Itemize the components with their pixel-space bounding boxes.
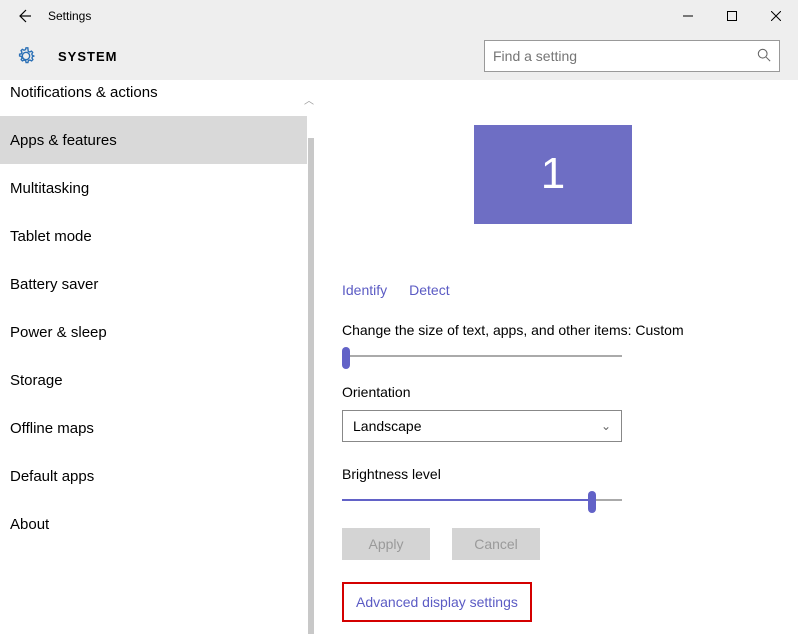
close-button[interactable]: [754, 0, 798, 32]
sidebar-item-label: Battery saver: [10, 276, 98, 293]
chevron-up-icon[interactable]: ︿: [304, 92, 314, 107]
close-icon: [771, 11, 781, 21]
scale-label: Change the size of text, apps, and other…: [342, 322, 798, 338]
button-label: Cancel: [474, 536, 518, 552]
button-label: Apply: [368, 536, 403, 552]
sidebar-item-label: Default apps: [10, 468, 94, 485]
slider-track-line: [342, 499, 622, 501]
sidebar-item-storage[interactable]: Storage: [0, 356, 307, 404]
monitor-thumbnail[interactable]: 1: [474, 125, 632, 224]
cancel-button[interactable]: Cancel: [452, 528, 540, 560]
titlebar: Settings: [0, 0, 798, 32]
sidebar-item-label: Notifications & actions: [10, 84, 158, 101]
display-preview: 1: [342, 80, 764, 268]
scale-slider[interactable]: [342, 352, 622, 360]
sidebar-item-default-apps[interactable]: Default apps: [0, 452, 307, 500]
sidebar-item-notifications[interactable]: Notifications & actions: [0, 80, 307, 116]
minimize-button[interactable]: [666, 0, 710, 32]
orientation-select[interactable]: Landscape ⌄: [342, 410, 622, 442]
chevron-down-icon: ⌄: [601, 419, 611, 433]
sidebar-item-label: Storage: [10, 372, 63, 389]
maximize-icon: [727, 11, 737, 21]
sidebar-item-label: Multitasking: [10, 180, 89, 197]
maximize-button[interactable]: [710, 0, 754, 32]
header-title: SYSTEM: [58, 49, 117, 64]
brightness-label: Brightness level: [342, 466, 798, 482]
link-label: Advanced display settings: [356, 594, 518, 610]
sidebar-item-about[interactable]: About: [0, 500, 307, 548]
advanced-display-settings-link[interactable]: Advanced display settings: [342, 582, 532, 622]
search-box[interactable]: [484, 40, 780, 72]
slider-track-remainder: [592, 499, 622, 501]
slider-thumb[interactable]: [588, 491, 596, 513]
sidebar-item-power-sleep[interactable]: Power & sleep: [0, 308, 307, 356]
sidebar-item-offline-maps[interactable]: Offline maps: [0, 404, 307, 452]
sidebar-item-label: Power & sleep: [10, 324, 107, 341]
sidebar-item-apps-features[interactable]: Apps & features: [0, 116, 307, 164]
orientation-value: Landscape: [353, 418, 422, 434]
sidebar-item-battery-saver[interactable]: Battery saver: [0, 260, 307, 308]
monitor-number: 1: [541, 149, 565, 199]
minimize-icon: [683, 11, 693, 21]
content: 1 Identify Detect Change the size of tex…: [314, 80, 798, 634]
search-input[interactable]: [493, 48, 757, 64]
orientation-label: Orientation: [342, 384, 798, 400]
back-arrow-icon: [16, 8, 32, 24]
window-title: Settings: [48, 9, 91, 23]
slider-thumb[interactable]: [342, 347, 350, 369]
sidebar-item-label: Offline maps: [10, 420, 94, 437]
back-button[interactable]: [0, 0, 48, 32]
brightness-slider[interactable]: [342, 496, 622, 504]
identify-link[interactable]: Identify: [342, 282, 387, 298]
detect-link[interactable]: Detect: [409, 282, 449, 298]
sidebar-item-label: About: [10, 516, 49, 533]
header: SYSTEM: [0, 32, 798, 80]
sidebar-item-multitasking[interactable]: Multitasking: [0, 164, 307, 212]
sidebar: Notifications & actions Apps & features …: [0, 80, 314, 634]
sidebar-item-tablet-mode[interactable]: Tablet mode: [0, 212, 307, 260]
sidebar-item-label: Tablet mode: [10, 228, 92, 245]
slider-track-line: [342, 355, 622, 357]
gear-icon: [12, 42, 40, 70]
sidebar-item-label: Apps & features: [10, 132, 117, 149]
search-icon: [757, 48, 771, 65]
apply-button[interactable]: Apply: [342, 528, 430, 560]
